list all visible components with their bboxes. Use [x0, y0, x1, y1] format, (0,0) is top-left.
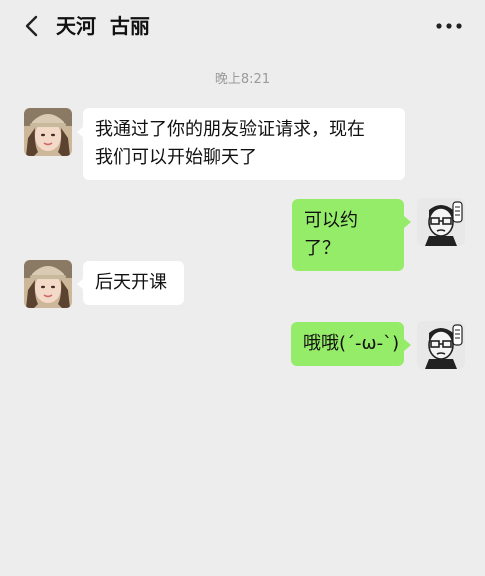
my-avatar[interactable]	[417, 198, 465, 246]
incoming-message-bubble[interactable]: 后天开课	[83, 261, 184, 305]
my-avatar-image	[417, 198, 465, 246]
chat-header: 天河 古丽	[0, 0, 485, 52]
bubble-tail	[404, 339, 411, 351]
contact-avatar-image	[24, 260, 72, 308]
chevron-left-icon[interactable]	[18, 12, 46, 40]
bubble-tail	[404, 216, 411, 228]
my-avatar-image	[417, 321, 465, 369]
message-text-line: 我通过了你的朋友验证请求，现在	[95, 119, 365, 140]
outgoing-message-bubble[interactable]: 可以约了？	[292, 199, 404, 271]
message-text-line: 我们可以开始聊天了	[95, 147, 257, 168]
outgoing-message-bubble[interactable]: 哦哦(´-ω-`)	[291, 322, 404, 366]
incoming-message-bubble[interactable]: 我通过了你的朋友验证请求，现在 我们可以开始聊天了	[83, 108, 405, 180]
contact-avatar-image	[24, 108, 72, 156]
contact-avatar[interactable]	[24, 260, 72, 308]
message-text: 可以约了？	[304, 210, 358, 259]
message-text: 哦哦(´-ω-`)	[303, 333, 400, 354]
chat-screen: 天河 古丽 晚上8:21 我通过了你的朋友验证请求，现在 我们可以开始聊天了 可…	[0, 0, 485, 576]
message-text: 后天开课	[95, 272, 167, 293]
message-timestamp: 晚上8:21	[214, 72, 271, 87]
chat-title: 天河 古丽	[56, 14, 150, 38]
contact-avatar[interactable]	[24, 108, 72, 156]
my-avatar[interactable]	[417, 321, 465, 369]
more-horizontal-icon[interactable]	[433, 16, 465, 36]
